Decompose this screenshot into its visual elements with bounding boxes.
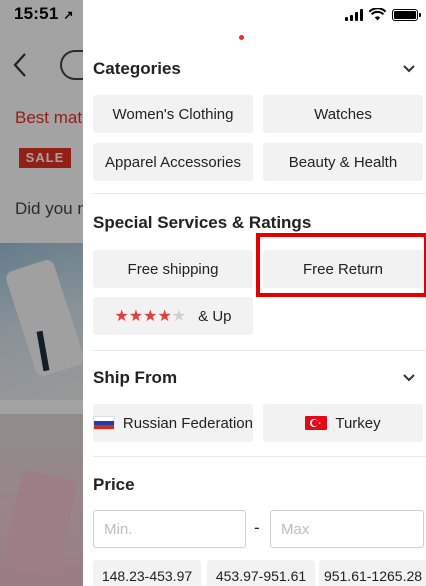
rating-label: & Up [198,307,232,325]
wifi-icon [369,8,386,21]
price-title: Price [93,475,135,494]
divider [93,350,426,351]
divider [93,193,426,194]
rating-chip[interactable]: ★★★★★ & Up [93,297,253,335]
category-chip-beauty-health[interactable]: Beauty & Health [263,143,423,181]
price-min-input[interactable] [93,510,246,548]
divider [93,456,426,457]
ship-from-russia-chip[interactable]: Russian Federation [93,404,253,442]
ship-from-russia-label: Russian Federation [122,414,253,432]
price-separator: - [254,518,260,537]
price-range-chip-2[interactable]: 453.97-951.61 [207,560,315,586]
price-max-input[interactable] [270,510,424,548]
rating-stars-icon: ★★★★★ [114,308,187,325]
filter-drawer: Categories Women's Clothing Watches Appa… [83,0,426,586]
turkey-flag-icon [305,416,328,430]
ship-from-turkey-chip[interactable]: Turkey [263,404,423,442]
page-indicator-dot [239,35,244,40]
battery-icon [392,8,421,21]
category-chip-womens-clothing[interactable]: Women's Clothing [93,95,253,133]
chevron-down-icon[interactable] [402,64,416,74]
russia-flag-icon [93,416,115,430]
categories-title: Categories [93,59,181,78]
ship-from-turkey-label: Turkey [335,414,381,432]
cellular-signal-icon [345,8,363,21]
price-range-chip-3[interactable]: 951.61-1265.28 [319,560,426,586]
ship-from-title: Ship From [93,368,178,387]
chevron-down-icon[interactable] [402,373,416,383]
free-shipping-chip[interactable]: Free shipping [93,250,253,288]
price-range-chip-1[interactable]: 148.23-453.97 [93,560,201,586]
status-indicators [345,8,421,21]
special-services-title: Special Services & Ratings [93,213,312,232]
selection-highlight [256,233,426,297]
category-chip-watches[interactable]: Watches [263,95,423,133]
category-chip-apparel-accessories[interactable]: Apparel Accessories [93,143,253,181]
